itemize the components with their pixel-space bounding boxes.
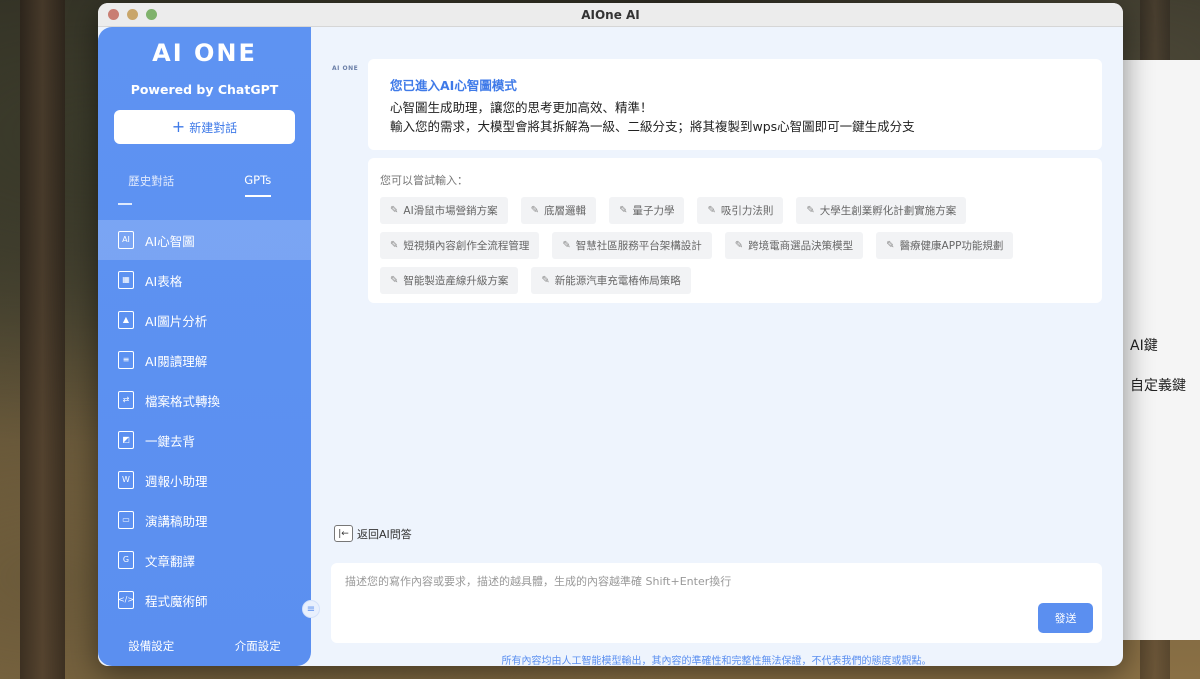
- pencil-icon: ✎: [390, 205, 399, 216]
- chip-label: 短視頻內容創作全流程管理: [403, 240, 530, 252]
- sidebar-item-image-analysis[interactable]: ▲ AI圖片分析: [98, 300, 311, 340]
- suggestion-chip[interactable]: ✎ 智慧社區服務平台架構設計: [552, 232, 712, 259]
- new-chat-label: 新建對話: [189, 120, 238, 135]
- suggestion-chip[interactable]: ✎ 吸引力法則: [697, 197, 784, 224]
- prompt-input[interactable]: [345, 573, 1005, 603]
- back-label: 返回AI問答: [357, 527, 412, 541]
- background-window-text: 自定義鍵: [1130, 378, 1186, 394]
- background-tree: [20, 0, 65, 679]
- sidebar-item-label: 檔案格式轉換: [145, 393, 221, 409]
- file-convert-icon: ⇄: [118, 391, 134, 409]
- remove-background-icon: ◩: [118, 431, 134, 449]
- disclaimer-text: 所有內容均由人工智能模型輸出，其內容的準確性和完整性無法保證，不代表我們的態度或…: [501, 656, 932, 666]
- sidebar-item-label: 程式魔術師: [145, 593, 208, 609]
- sidebar-item-table[interactable]: ▦ AI表格: [98, 260, 311, 300]
- sidebar-item-mindmap[interactable]: AI AI心智圖: [98, 220, 311, 260]
- tab-history[interactable]: 歷史對話: [98, 173, 205, 197]
- back-to-qa-button[interactable]: |← 返回AI問答: [334, 525, 412, 542]
- pencil-icon: ✎: [734, 240, 744, 251]
- app-window: AIOne AI AI ONE Powered by ChatGPT + 新建對…: [98, 3, 1123, 666]
- suggestion-chip[interactable]: ✎ 智能製造產線升級方案: [380, 267, 519, 294]
- tab-gpts[interactable]: GPTs: [205, 173, 312, 197]
- gpts-menu: AI AI心智圖 ▦ AI表格 ▲ AI圖片分析 ≡ AI閱讀理解 ⇄ 檔案格式…: [98, 220, 311, 620]
- pencil-icon: ✎: [619, 205, 628, 216]
- sidebar-item-label: 演講稿助理: [145, 513, 208, 529]
- new-chat-button[interactable]: + 新建對話: [114, 110, 295, 144]
- divider: [118, 203, 132, 205]
- window-title: AIOne AI: [581, 7, 640, 22]
- intro-card: 您已進入AI心智圖模式 心智圖生成助理，讓您的思考更加高效、精準！ 輸入您的需求…: [368, 59, 1102, 150]
- sidebar-item-remove-bg[interactable]: ◩ 一鍵去背: [98, 420, 311, 460]
- sidebar-footer: 設備設定 介面設定: [98, 638, 311, 654]
- suggestion-chip[interactable]: ✎ 量子力學: [609, 197, 685, 224]
- code-icon: </>: [118, 591, 134, 609]
- suggestions-card: 您可以嘗試輸入： ✎ AI滑鼠市場營銷方案 ✎ 底層邏輯 ✎ 量子力學 ✎ 吸引力法則 …: [368, 158, 1102, 303]
- suggestion-chips: ✎ AI滑鼠市場營銷方案 ✎ 底層邏輯 ✎ 量子力學 ✎ 吸引力法則 ✎ 大學生創業孵化計…: [380, 197, 1020, 294]
- suggestion-chip[interactable]: ✎ 大學生創業孵化計劃實施方案: [796, 197, 967, 224]
- sidebar-tabs: 歷史對話 GPTs: [98, 173, 311, 197]
- powered-by-text: Powered by ChatGPT: [130, 82, 279, 97]
- sidebar-item-label: AI心智圖: [145, 233, 195, 249]
- sidebar-item-label: 文章翻譯: [145, 553, 196, 569]
- main-panel: AI ONE 您已進入AI心智圖模式 心智圖生成助理，讓您的思考更加高效、精準！…: [311, 27, 1123, 666]
- prompt-input-box: 發送: [331, 563, 1102, 643]
- sidebar-item-translate[interactable]: G 文章翻譯: [98, 540, 311, 580]
- sidebar-item-file-convert[interactable]: ⇄ 檔案格式轉換: [98, 380, 311, 420]
- send-button[interactable]: 發送: [1038, 603, 1093, 633]
- chip-label: 量子力學: [632, 205, 675, 217]
- chip-label: 底層邏輯: [544, 205, 587, 217]
- book-icon: ≡: [118, 351, 134, 369]
- suggestion-chip[interactable]: ✎ 底層邏輯: [520, 197, 597, 224]
- pencil-icon: ✎: [562, 240, 571, 251]
- device-settings-link[interactable]: 設備設定: [98, 638, 205, 654]
- pencil-icon: ✎: [707, 205, 716, 216]
- sidebar-item-weekly-report[interactable]: W 週報小助理: [98, 460, 311, 500]
- sidebar-item-label: AI圖片分析: [145, 313, 208, 329]
- translate-icon: G: [118, 551, 134, 569]
- chip-label: AI滑鼠市場營銷方案: [403, 205, 498, 217]
- chip-label: 智慧社區服務平台架構設計: [575, 240, 702, 252]
- sidebar-item-label: 一鍵去背: [145, 433, 196, 449]
- chip-label: 新能源汽車充電樁佈局策略: [554, 275, 681, 287]
- app-logo: AI ONE: [152, 39, 257, 67]
- suggestion-chip[interactable]: ✎ 跨境電商選品決策模型: [724, 232, 864, 259]
- interface-settings-link[interactable]: 介面設定: [205, 638, 312, 654]
- suggestion-chip[interactable]: ✎ 醫療健康APP功能規劃: [876, 232, 1014, 259]
- sidebar-item-speech[interactable]: ▭ 演講稿助理: [98, 500, 311, 540]
- pencil-icon: ✎: [390, 240, 399, 251]
- suggestions-label: 您可以嘗試輸入：: [380, 174, 468, 187]
- intro-text: 心智圖生成助理，讓您的思考更加高效、精準！: [390, 100, 653, 115]
- sidebar-item-code[interactable]: </> 程式魔術師: [98, 580, 311, 620]
- intro-text: 輸入您的需求，大模型會將其拆解為一級、二級分支；將其複製到wps心智圖即可一鍵生…: [390, 119, 915, 134]
- back-arrow-icon: |←: [334, 525, 353, 542]
- chip-label: 智能製造產線升級方案: [403, 275, 509, 287]
- chip-label: 跨境電商選品決策模型: [748, 240, 854, 252]
- sidebar: AI ONE Powered by ChatGPT + 新建對話 歷史對話 GP…: [98, 27, 311, 666]
- pencil-icon: ✎: [530, 205, 540, 216]
- chip-label: 吸引力法則: [720, 205, 774, 217]
- image-doc-icon: ▲: [118, 311, 134, 329]
- table-doc-icon: ▦: [118, 271, 134, 289]
- chip-label: 大學生創業孵化計劃實施方案: [819, 205, 957, 217]
- word-doc-icon: W: [118, 471, 134, 489]
- background-window-text: AI鍵: [1130, 338, 1158, 354]
- intro-title: 您已進入AI心智圖模式: [390, 78, 517, 93]
- suggestion-chip[interactable]: ✎ 短視頻內容創作全流程管理: [380, 232, 540, 259]
- presentation-icon: ▭: [118, 511, 134, 529]
- sidebar-item-label: AI閱讀理解: [145, 353, 208, 369]
- suggestion-chip[interactable]: ✎ AI滑鼠市場營銷方案: [380, 197, 508, 224]
- pencil-icon: ✎: [390, 275, 399, 286]
- pencil-icon: ✎: [806, 205, 815, 216]
- title-bar: AIOne AI: [98, 3, 1123, 27]
- sidebar-item-label: 週報小助理: [145, 473, 208, 489]
- pencil-icon: ✎: [886, 240, 895, 251]
- mindmap-doc-icon: AI: [118, 231, 134, 249]
- sidebar-item-label: AI表格: [145, 273, 183, 289]
- chip-label: 醫療健康APP功能規劃: [899, 240, 1004, 252]
- suggestion-chip[interactable]: ✎ 新能源汽車充電樁佈局策略: [531, 267, 691, 294]
- plus-icon: +: [171, 117, 186, 136]
- sidebar-item-reading[interactable]: ≡ AI閱讀理解: [98, 340, 311, 380]
- pencil-icon: ✎: [541, 275, 550, 286]
- assistant-avatar-logo: AI ONE: [332, 65, 359, 72]
